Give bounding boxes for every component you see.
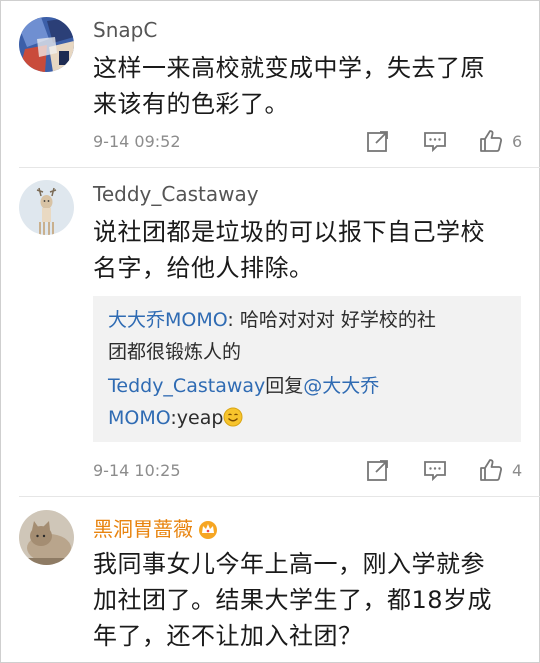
- comment-icon[interactable]: [422, 457, 448, 483]
- comment-username[interactable]: Teddy_Castaway: [93, 182, 259, 206]
- comment-text-line: 来该有的色彩了。: [93, 90, 289, 118]
- cat-avatar-icon: [19, 510, 74, 565]
- comment-text-line: 名字，给他人排除。: [93, 254, 314, 282]
- divider: [19, 496, 540, 497]
- like-count: 6: [512, 132, 523, 151]
- comment-text-line: 年了，还不让加入社团？: [93, 622, 363, 650]
- comment-meta-row: 9-14 10:25 4: [0, 457, 540, 487]
- reply-thread-box[interactable]: 大大乔MOMO: 哈哈对对对 好学校的社 团都很锻炼人的 Teddy_Casta…: [93, 296, 521, 442]
- divider: [19, 167, 540, 168]
- comment-text-line: 这样一来高校就变成中学，失去了原: [93, 54, 485, 82]
- reply-text: 哈哈对对对 好学校的社: [233, 309, 436, 331]
- share-icon[interactable]: [365, 128, 391, 154]
- smile-emoji-icon: [223, 407, 243, 427]
- reply-author-link[interactable]: Teddy_Castaway: [108, 375, 265, 397]
- comment-text: 我同事女儿今年上高一，刚入学就参 加社团了。结果大学生了，都18岁成 年了，还不…: [93, 546, 523, 654]
- reply-line: Teddy_Castaway回复@大大乔: [108, 370, 513, 402]
- thumbs-up-icon[interactable]: [478, 457, 504, 483]
- crown-vip-icon: [199, 521, 217, 539]
- deer-avatar-icon: [19, 180, 74, 235]
- share-icon[interactable]: [365, 457, 391, 483]
- like-count: 4: [512, 461, 523, 480]
- reply-line: 大大乔MOMO: 哈哈对对对 好学校的社: [108, 304, 513, 336]
- blue-collage-avatar-icon: [19, 17, 74, 72]
- mention-link[interactable]: MOMO: [108, 407, 170, 429]
- reply-verb: 回复: [265, 375, 304, 397]
- comment-text: 说社团都是垃圾的可以报下自己学校 名字，给他人排除。: [93, 214, 523, 286]
- comment-username-text: 黑洞胃蔷薇: [93, 517, 193, 541]
- comment-username[interactable]: SnapC: [93, 18, 157, 42]
- reply-author-link[interactable]: 大大乔MOMO: [108, 309, 227, 331]
- comment-text: 这样一来高校就变成中学，失去了原 来该有的色彩了。: [93, 50, 523, 122]
- comment-icon[interactable]: [422, 128, 448, 154]
- user-avatar[interactable]: [19, 180, 74, 235]
- comment-text-line: 加社团了。结果大学生了，都18岁成: [93, 586, 493, 614]
- comment-timestamp: 9-14 10:25: [93, 461, 181, 480]
- reply-line: 团都很锻炼人的: [108, 336, 513, 368]
- comment-timestamp: 9-14 09:52: [93, 132, 181, 151]
- comment-text-line: 说社团都是垃圾的可以报下自己学校: [93, 218, 485, 246]
- comment-meta-row: 9-14 09:52 6: [0, 128, 540, 158]
- comment-username[interactable]: 黑洞胃蔷薇: [93, 513, 219, 542]
- user-avatar[interactable]: [19, 510, 74, 565]
- thumbs-up-icon[interactable]: [478, 128, 504, 154]
- mention-link[interactable]: @大大乔: [303, 375, 379, 397]
- reply-line: MOMO:yeap: [108, 402, 513, 434]
- reply-text: 团都很锻炼人的: [108, 341, 242, 363]
- comment-text-line: 我同事女儿今年上高一，刚入学就参: [93, 550, 485, 578]
- reply-text: :yeap: [170, 407, 224, 429]
- user-avatar[interactable]: [19, 17, 74, 72]
